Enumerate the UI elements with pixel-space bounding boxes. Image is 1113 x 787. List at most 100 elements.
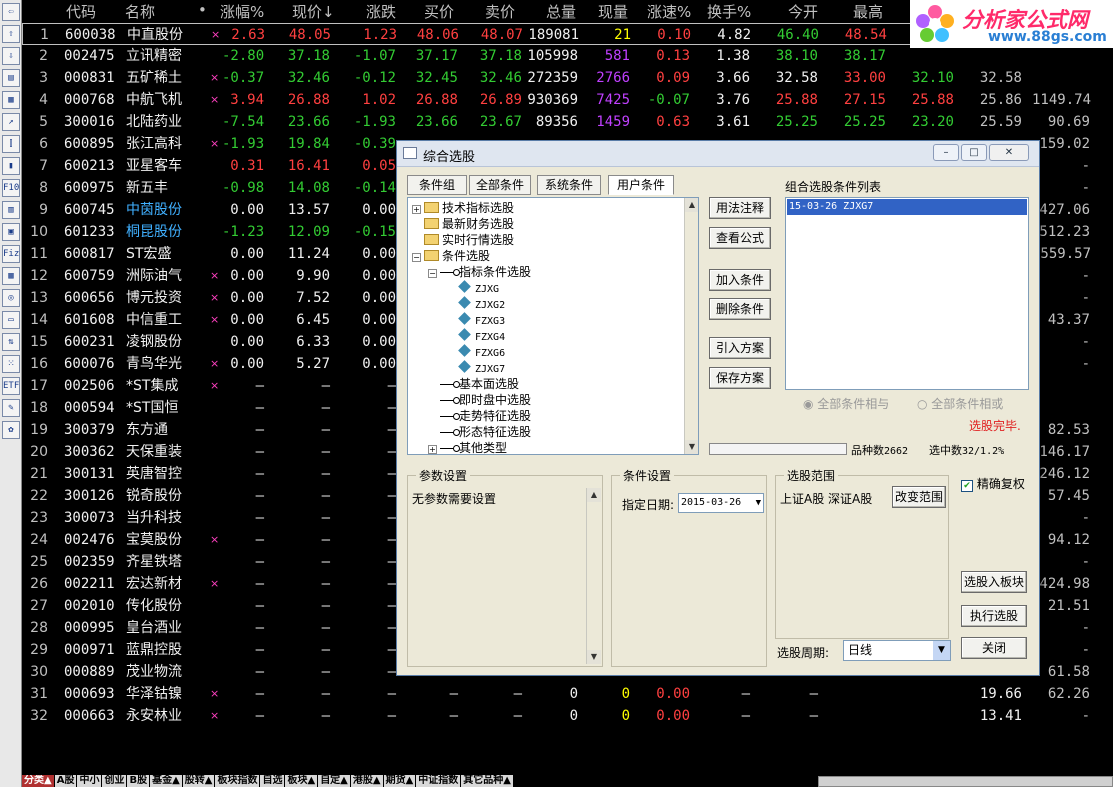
condition-list-item[interactable]: 15-03-26 ZJXG7 [787, 199, 1027, 215]
scroll-up-icon[interactable]: ▲ [685, 198, 698, 212]
circle-icon[interactable]: ◎ [2, 289, 20, 307]
table-row[interactable]: 31 000693 华泽钴镍 × – – – – – 0 0 0.00 – – 19.66 62.26 [22, 683, 1113, 705]
table-icon[interactable]: ▦ [2, 91, 20, 109]
table-row[interactable]: 4 000768 中航飞机 × 3.94 26.88 1.02 26.88 26.89 93036… [22, 89, 1113, 111]
sort-icon[interactable]: ⇅ [2, 333, 20, 351]
back-arrow-icon[interactable]: ⇦ [2, 3, 20, 21]
table-row[interactable]: 3 000831 五矿稀土 × -0.37 32.46 -0.12 32.45 32.46 272… [22, 67, 1113, 89]
dialog-titlebar[interactable]: 综合选股 – □ ✕ [397, 141, 1039, 167]
column-header[interactable]: 代码 [66, 1, 96, 23]
tree-item[interactable]: 形态特征选股 [428, 424, 531, 440]
tree-item[interactable]: 最新财务选股 [412, 216, 514, 232]
grid-icon[interactable]: ▦ [2, 267, 20, 285]
tab-all-conditions[interactable]: 全部条件 [469, 175, 531, 195]
etf-icon[interactable]: ETF [2, 377, 20, 395]
down-arrow-icon[interactable]: ⇩ [2, 47, 20, 65]
table-row[interactable]: 32 000663 永安林业 × – – – – – 0 0 0.00 – – 13.41 - [22, 705, 1113, 727]
column-header[interactable]: 买价 [424, 1, 454, 23]
tree-item[interactable]: ZJXG [458, 280, 499, 296]
column-header[interactable]: 最高 [853, 1, 883, 23]
usage-notes-button[interactable]: 用法注释 [709, 197, 771, 219]
tree-item[interactable]: FZXG6 [458, 344, 505, 360]
exact-adjust-checkbox[interactable]: ✔ 精确复权 [961, 475, 1025, 492]
horizontal-scrollbar[interactable] [818, 776, 1113, 787]
column-header[interactable]: 现价↓ [292, 1, 335, 23]
execute-screen-button[interactable]: 执行选股 [961, 605, 1027, 627]
bottom-tab[interactable]: 自定▲ [318, 775, 350, 787]
column-header[interactable]: 涨速% [647, 1, 691, 23]
tab-system-conditions[interactable]: 系统条件 [537, 175, 601, 195]
bottom-tab[interactable]: 中小 [77, 775, 102, 787]
tree-item[interactable]: − 条件选股 [412, 248, 490, 264]
fiz-icon[interactable]: Fiz [2, 245, 20, 263]
checkbox-icon[interactable]: ✔ [961, 480, 973, 492]
settings-icon[interactable]: ✿ [2, 421, 20, 439]
column-header[interactable]: 涨幅% [220, 1, 264, 23]
tab-condition-group[interactable]: 条件组 [407, 175, 467, 195]
bottom-tab[interactable]: 港股▲ [350, 775, 383, 787]
bottom-tab[interactable]: 自选 [260, 775, 285, 787]
folder-icon[interactable]: ▭ [2, 311, 20, 329]
table-row[interactable]: 5 300016 北陆药业 -7.54 23.66 -1.93 23.66 23.67 8935… [22, 111, 1113, 133]
bottom-tab[interactable]: 其它品种▲ [461, 775, 513, 787]
radio-or[interactable]: ○ 全部条件相或 [917, 395, 1003, 412]
column-header[interactable]: 涨跌 [366, 1, 396, 23]
condition-list[interactable]: 15-03-26 ZJXG7 [785, 197, 1029, 390]
tree-item[interactable]: + 其他类型 [428, 440, 507, 454]
date-picker[interactable]: 2015-03-26 ▼ [678, 493, 764, 513]
condition-tree[interactable]: + 其他类型 形态特征选股 走势特征选股 即时盘中选股 基本面选股 ZJXG7 FZXG6 FZ… [407, 197, 699, 455]
scroll-down-icon[interactable]: ▼ [685, 440, 698, 454]
collapse-icon[interactable]: − [412, 253, 421, 262]
f10-icon[interactable]: F10 [2, 179, 20, 197]
delete-condition-button[interactable]: 删除条件 [709, 298, 771, 320]
tree-item[interactable]: ZJXG7 [458, 360, 505, 376]
chevron-down-icon[interactable]: ▼ [756, 494, 761, 512]
multi-chart-icon[interactable]: ▥ [2, 201, 20, 219]
line-chart-icon[interactable]: ↗ [2, 113, 20, 131]
close-icon[interactable]: ✕ [989, 144, 1029, 161]
scroll-up-icon[interactable]: ▲ [587, 488, 601, 502]
radio-and[interactable]: ◉ 全部条件相与 [803, 395, 889, 412]
expand-icon[interactable]: + [412, 205, 421, 214]
tab-user-conditions[interactable]: 用户条件 [608, 175, 674, 195]
table-row[interactable]: 2 002475 立讯精密 -2.80 37.18 -1.07 37.17 37.18 1059… [22, 45, 1113, 67]
dots-icon[interactable]: ⁙ [2, 355, 20, 373]
report-icon[interactable]: ▤ [2, 69, 20, 87]
column-header[interactable]: 换手% [707, 1, 751, 23]
bottom-tab[interactable]: 基金▲ [150, 775, 182, 787]
bottom-tab[interactable]: A股 [54, 775, 77, 787]
add-condition-button[interactable]: 加入条件 [709, 269, 771, 291]
column-header[interactable]: 卖价 [485, 1, 515, 23]
bottom-tab[interactable]: 创业 [102, 775, 127, 787]
bottom-tab[interactable]: B股 [127, 775, 150, 787]
params-scrollbar[interactable]: ▲ ▼ [586, 488, 601, 664]
scroll-down-icon[interactable]: ▼ [587, 650, 601, 664]
tree-item[interactable]: − 指标条件选股 [428, 264, 531, 280]
tree-item[interactable]: FZXG4 [458, 328, 505, 344]
tree-item[interactable]: ZJXG2 [458, 296, 505, 312]
bar-chart-icon[interactable]: ▮ [2, 157, 20, 175]
bottom-tab[interactable]: 分类▲ [22, 775, 54, 787]
candle-chart-icon[interactable]: ⫿ [2, 135, 20, 153]
collapse-icon[interactable]: − [428, 269, 437, 278]
tree-item[interactable]: 即时盘中选股 [428, 392, 531, 408]
tree-item[interactable]: + 技术指标选股 [412, 200, 514, 216]
expand-icon[interactable]: + [428, 445, 437, 454]
up-arrow-icon[interactable]: ⇧ [2, 25, 20, 43]
add-to-block-button[interactable]: 选股入板块 [961, 571, 1027, 593]
column-header[interactable]: 名称 [125, 1, 155, 23]
view-formula-button[interactable]: 查看公式 [709, 227, 771, 249]
tree-item[interactable]: FZXG3 [458, 312, 505, 328]
save-scheme-button[interactable]: 保存方案 [709, 367, 771, 389]
bottom-tab[interactable]: 板块指数 [215, 775, 260, 787]
maximize-icon[interactable]: □ [961, 144, 987, 161]
column-header[interactable]: 现量 [598, 1, 628, 23]
period-select[interactable]: 日线 ▼ [843, 640, 951, 661]
tree-scrollbar[interactable]: ▲ ▼ [684, 198, 698, 454]
bottom-tab[interactable]: 股转▲ [182, 775, 215, 787]
tree-item[interactable]: 走势特征选股 [428, 408, 531, 424]
bottom-tab[interactable]: 板块▲ [285, 775, 318, 787]
calendar-icon[interactable]: ▣ [2, 223, 20, 241]
tool-icon[interactable]: ✎ [2, 399, 20, 417]
close-button[interactable]: 关闭 [961, 637, 1027, 659]
